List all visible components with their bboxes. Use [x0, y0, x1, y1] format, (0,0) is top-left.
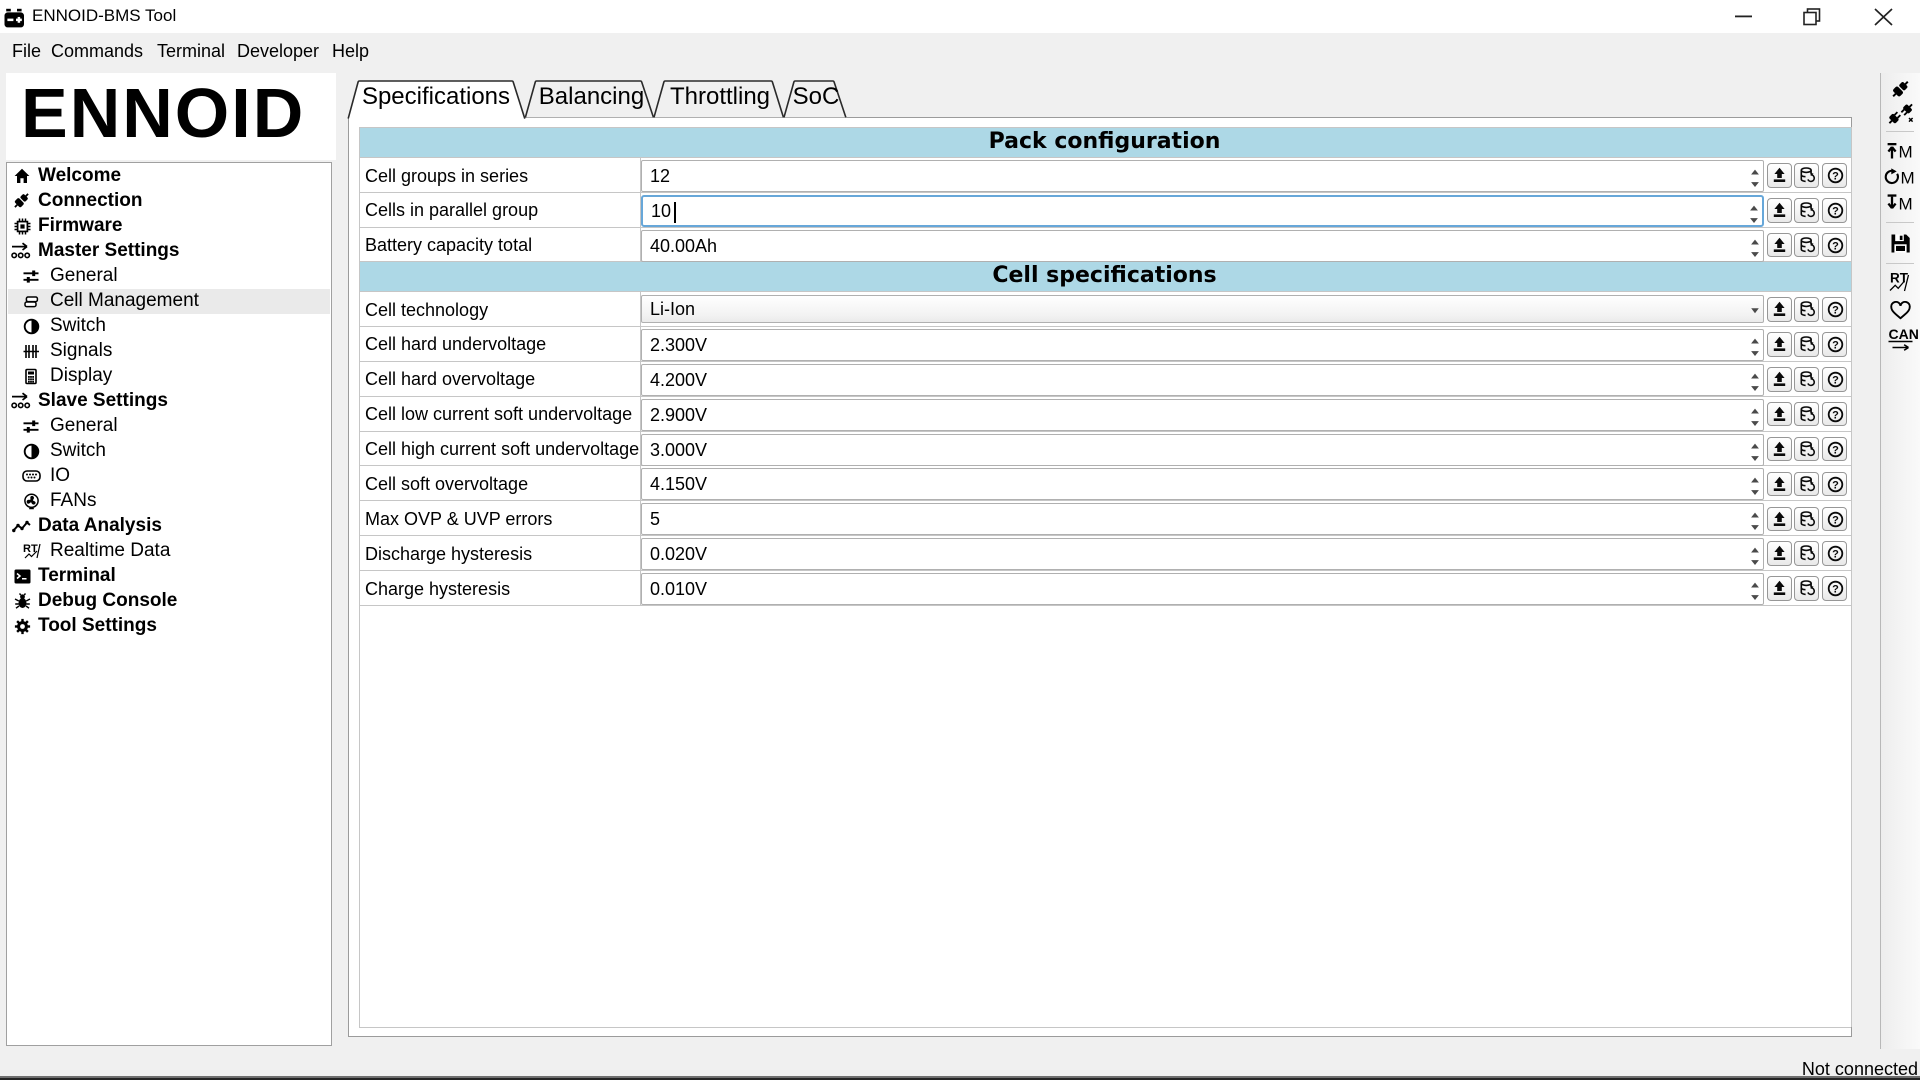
svg-text:M: M [1899, 143, 1913, 161]
svg-text:M: M [1899, 195, 1913, 213]
svg-text:RT: RT [23, 543, 38, 555]
svg-text:Balancing: Balancing [539, 83, 644, 110]
svg-text:M: M [1901, 169, 1915, 187]
svg-text:Specifications: Specifications [362, 83, 510, 110]
svg-text:CAN: CAN [1889, 327, 1919, 342]
svg-text:SoC: SoC [793, 83, 840, 110]
svg-text:Throttling: Throttling [670, 83, 770, 110]
